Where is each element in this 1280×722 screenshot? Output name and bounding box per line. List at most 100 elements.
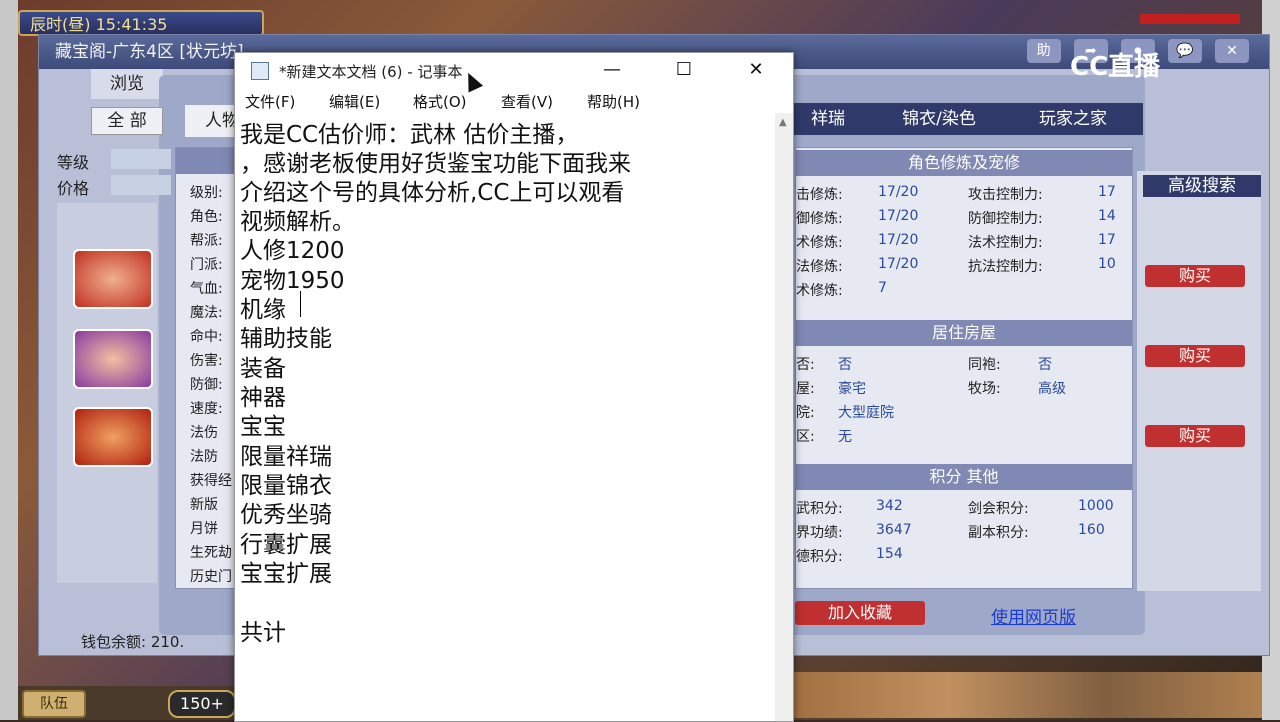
detail-tabs: 祥瑞 锦衣/染色 玩家之家 <box>793 103 1143 135</box>
cc-live-watermark: CC直播 <box>1070 52 1161 82</box>
house-label: 院: <box>796 405 815 421</box>
points-value: 3647 <box>876 522 912 538</box>
close-icon[interactable]: ✕ <box>733 53 779 87</box>
game-toolbar-icons[interactable] <box>792 672 1262 718</box>
character-avatar[interactable] <box>73 329 153 389</box>
character-stats-panel: 级别: 角色: 帮派: 门派: 气血: 魔法: 命中: 伤害: 防御: 速度: … <box>175 147 237 589</box>
points-label: 界功绩: <box>796 525 843 541</box>
team-button[interactable]: 队伍 <box>22 690 86 718</box>
tab-auspicious[interactable]: 祥瑞 <box>793 103 863 135</box>
price-filter-input[interactable] <box>111 175 171 195</box>
cultivation-value: 17 <box>1098 184 1116 200</box>
stat-label: 气血: <box>190 281 223 297</box>
level-filter-input[interactable] <box>111 149 171 169</box>
stat-label: 法防 <box>190 449 218 465</box>
tab-browse[interactable]: 浏览 <box>91 69 163 99</box>
cultivation-label: 攻击控制力: <box>968 187 1043 203</box>
house-value: 大型庭院 <box>838 405 894 421</box>
help-button[interactable]: 助 <box>1026 39 1061 63</box>
maximize-icon[interactable]: ☐ <box>661 53 707 87</box>
text-line: 宝宝 <box>240 414 286 440</box>
points-label: 德积分: <box>796 549 843 565</box>
menu-help[interactable]: 帮助(H) <box>587 91 640 112</box>
notepad-text-area[interactable]: 我是CC估价师：武林 估价主播， ，感谢老板使用好货鉴宝功能下面我来 介绍这个号… <box>235 113 775 721</box>
notepad-title: *新建文本文档 (6) - 记事本 <box>279 63 463 81</box>
stat-label: 新版 <box>190 497 218 513</box>
stat-label: 历史门 <box>190 569 232 585</box>
text-line: 宝宝扩展 <box>240 561 332 587</box>
level-indicator: 150+ <box>168 690 236 718</box>
stat-label: 门派: <box>190 257 223 273</box>
minimize-icon[interactable]: — <box>589 53 635 87</box>
stat-label: 魔法: <box>190 305 223 321</box>
stat-label: 生死劫 <box>190 545 232 561</box>
menu-format[interactable]: 格式(O) <box>413 91 467 112</box>
house-label: 同袍: <box>968 357 1001 373</box>
points-value: 160 <box>1078 522 1105 538</box>
cultivation-value: 17/20 <box>878 208 919 224</box>
house-label: 否: <box>796 357 815 373</box>
cultivation-label: 术修炼: <box>796 235 843 251</box>
cultivation-value: 17 <box>1098 232 1116 248</box>
buy-button[interactable]: 购买 <box>1145 425 1245 447</box>
cultivation-label: 法修炼: <box>796 259 843 275</box>
character-stats-header <box>176 148 236 174</box>
menu-file[interactable]: 文件(F) <box>245 91 295 112</box>
points-value: 154 <box>876 546 903 562</box>
desktop-left-edge <box>0 0 18 720</box>
game-time-status: 辰时(昼) 15:41:35 <box>18 10 264 36</box>
points-label: 武积分: <box>796 501 843 517</box>
cultivation-header: 角色修炼及宠修 <box>796 150 1132 176</box>
stat-label: 命中: <box>190 329 223 345</box>
character-avatar[interactable] <box>73 407 153 467</box>
listing-panel <box>1137 171 1261 591</box>
house-label: 屋: <box>796 381 815 397</box>
character-avatar[interactable] <box>73 249 153 309</box>
cultivation-value: 14 <box>1098 208 1116 224</box>
text-line: 人修1200 <box>240 238 345 264</box>
cultivation-label: 术修炼: <box>796 283 843 299</box>
cultivation-label: 御修炼: <box>796 211 843 227</box>
menu-view[interactable]: 查看(V) <box>501 91 553 112</box>
tab-player-home[interactable]: 玩家之家 <box>1013 103 1133 135</box>
notepad-titlebar[interactable]: *新建文本文档 (6) - 记事本 — ☐ ✕ <box>235 53 793 89</box>
stat-label: 月饼 <box>190 521 218 537</box>
stat-label: 法伤 <box>190 425 218 441</box>
close-icon[interactable]: ✕ <box>1215 39 1249 63</box>
character-detail-panel: 角色修炼及宠修 击修炼: 17/20 攻击控制力: 17 御修炼: 17/20 … <box>795 147 1133 589</box>
chat-icon[interactable]: 💬 <box>1167 39 1202 63</box>
house-header: 居住房屋 <box>796 320 1132 346</box>
scroll-up-icon[interactable]: ▲ <box>779 117 787 128</box>
house-value: 否 <box>838 357 852 373</box>
cultivation-label: 防御控制力: <box>968 211 1043 227</box>
buy-button[interactable]: 购买 <box>1145 265 1245 287</box>
advanced-search-button[interactable]: 高级搜索 <box>1143 175 1261 197</box>
cultivation-value: 17/20 <box>878 232 919 248</box>
text-line: 优秀坐骑 <box>240 502 332 528</box>
text-line: 辅助技能 <box>240 326 332 352</box>
text-caret <box>300 291 301 317</box>
buy-button[interactable]: 购买 <box>1145 345 1245 367</box>
vertical-scrollbar[interactable]: ▲ <box>775 113 793 721</box>
points-label: 副本积分: <box>968 525 1029 541</box>
tab-outfit-dye[interactable]: 锦衣/染色 <box>879 103 999 135</box>
menu-edit[interactable]: 编辑(E) <box>329 91 380 112</box>
notepad-menubar: 文件(F) 编辑(E) 格式(O) 查看(V) 帮助(H) <box>235 89 793 113</box>
notepad-window: *新建文本文档 (6) - 记事本 — ☐ ✕ 文件(F) 编辑(E) 格式(O… <box>234 52 794 722</box>
hp-bar <box>1140 14 1240 24</box>
stat-label: 速度: <box>190 401 223 417</box>
use-web-version-link[interactable]: 使用网页版 <box>991 603 1076 628</box>
stat-label: 角色: <box>190 209 223 225</box>
cultivation-value: 17/20 <box>878 184 919 200</box>
stat-label: 级别: <box>190 185 223 201</box>
treasure-window-title-text: 藏宝阁-广东4区 [状元坊] <box>55 42 244 62</box>
level-filter-label: 等级 <box>57 153 90 172</box>
text-line: 共计 <box>240 620 286 646</box>
house-value: 豪宅 <box>838 381 866 397</box>
cultivation-label: 抗法控制力: <box>968 259 1043 275</box>
add-to-favorites-button[interactable]: 加入收藏 <box>795 601 925 625</box>
stat-label: 防御: <box>190 377 223 393</box>
stat-label: 伤害: <box>190 353 223 369</box>
tab-all[interactable]: 全 部 <box>91 107 163 135</box>
wallet-balance: 钱包余额: 210. <box>81 633 185 651</box>
